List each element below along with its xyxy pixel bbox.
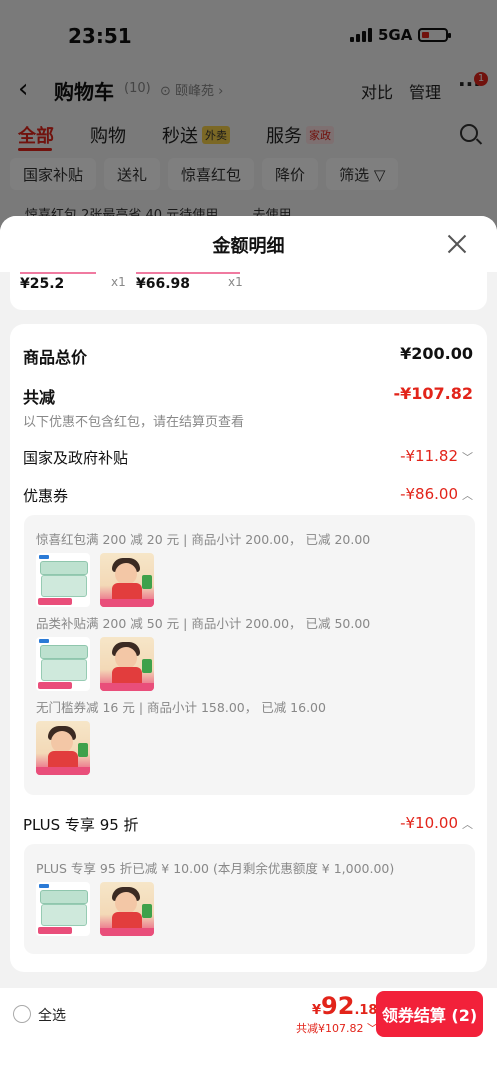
chevron-up-icon: ︿: [462, 818, 473, 831]
product-thumb-kids: [100, 553, 154, 607]
product-thumb-kids: [36, 721, 90, 775]
product-thumb-lunchbox: [36, 553, 90, 607]
amount-detail-sheet: 金额明细 ¥25.2 x1 ¥66.98 x1 商品总价 ¥200.00 共减 …: [0, 216, 497, 1080]
plus-value: -¥10.00: [400, 814, 458, 832]
close-icon[interactable]: [447, 234, 467, 254]
goods-total-label: 商品总价: [23, 348, 88, 367]
coupon-line: 无门槛券减 16 元 | 商品小计 158.00， 已减 16.00: [36, 700, 326, 715]
total-integer: 92: [321, 992, 355, 1020]
product-thumb-kids: [100, 637, 154, 691]
item-qty: x1: [111, 275, 126, 289]
select-all-label[interactable]: 全选: [38, 1005, 66, 1025]
modal-overlay[interactable]: [0, 0, 497, 230]
total-discount-value: -¥107.82: [393, 384, 473, 403]
item-qty: x1: [228, 275, 243, 289]
plus-line: PLUS 专享 95 折已减 ¥ 10.00 (本月剩余优惠额度 ¥ 1,000…: [36, 861, 395, 876]
saved-amount-toggle[interactable]: 共减¥107.82 ﹀: [296, 1020, 378, 1036]
plus-label: PLUS 专享 95 折: [23, 816, 139, 834]
sheet-header: 金额明细: [0, 216, 497, 272]
item-underline: [136, 272, 240, 274]
sheet-title: 金额明细: [212, 236, 285, 257]
discount-detail-card: 商品总价 ¥200.00 共减 -¥107.82 以下优惠不包含红包，请在结算页…: [10, 324, 487, 972]
coupon-detail-box: 惊喜红包满 200 减 20 元 | 商品小计 200.00， 已减 20.00…: [24, 515, 475, 795]
gov-subsidy-label: 国家及政府补贴: [23, 449, 129, 467]
coupon-line: 品类补贴满 200 减 50 元 | 商品小计 200.00， 已减 50.00: [36, 616, 371, 631]
coupon-toggle[interactable]: -¥86.00 ︿: [400, 485, 473, 503]
gov-subsidy-value: -¥11.82: [400, 447, 458, 465]
discount-note: 以下优惠不包含红包，请在结算页查看: [23, 415, 245, 430]
coupon-label: 优惠券: [23, 487, 69, 505]
chevron-down-icon: ﹀: [462, 451, 473, 464]
coupon-value: -¥86.00: [400, 485, 458, 503]
total-discount-label: 共减: [23, 388, 56, 407]
chevron-up-icon: ︿: [462, 489, 473, 502]
plus-detail-box: PLUS 专享 95 折已减 ¥ 10.00 (本月剩余优惠额度 ¥ 1,000…: [24, 844, 475, 954]
item-price: ¥25.2: [20, 276, 65, 292]
currency-symbol: ¥: [312, 1003, 322, 1018]
total-price: ¥ 92 .18: [312, 992, 377, 1020]
select-all-radio[interactable]: [13, 1005, 31, 1023]
gov-subsidy-toggle[interactable]: -¥11.82 ﹀: [400, 447, 473, 465]
product-thumb-lunchbox: [36, 637, 90, 691]
items-card: ¥25.2 x1 ¥66.98 x1: [10, 272, 487, 310]
coupon-line: 惊喜红包满 200 减 20 元 | 商品小计 200.00， 已减 20.00: [36, 532, 371, 547]
goods-total-value: ¥200.00: [400, 344, 473, 363]
item-price: ¥66.98: [136, 276, 191, 292]
product-thumb-lunchbox: [36, 882, 90, 936]
total-decimal: .18: [354, 1003, 378, 1018]
checkout-button[interactable]: 领券结算 (2): [376, 991, 483, 1037]
plus-toggle[interactable]: -¥10.00 ︿: [400, 814, 473, 832]
item-underline: [20, 272, 96, 274]
product-thumb-kids: [100, 882, 154, 936]
checkout-bar: 全选 ¥ 92 .18 共减¥107.82 ﹀ 领券结算 (2): [0, 988, 497, 1080]
